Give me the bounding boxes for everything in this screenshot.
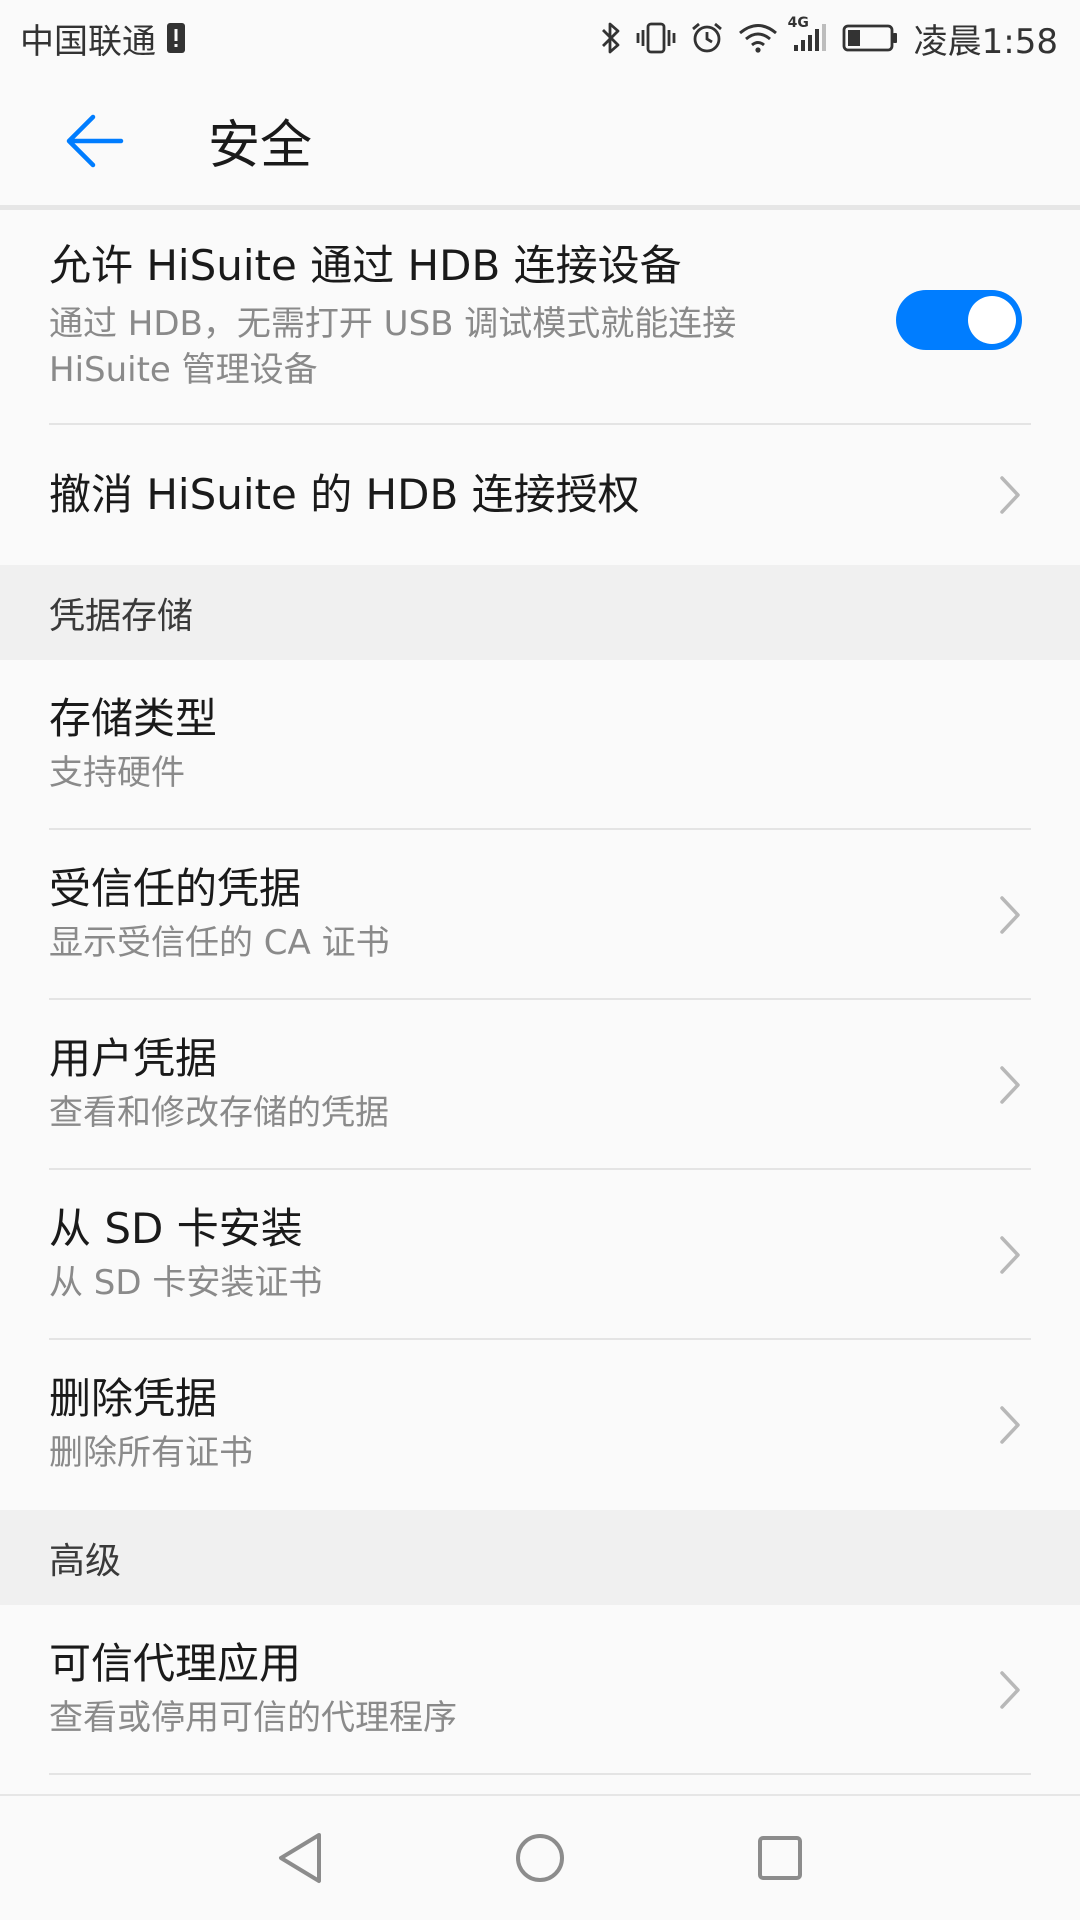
item-title: 受信任的凭据 xyxy=(49,863,302,913)
list-item-storage-type[interactable]: 存储类型 支持硬件 xyxy=(0,660,1080,830)
app-header: 安全 xyxy=(0,76,1080,210)
item-subtitle: 支持硬件 xyxy=(49,753,185,794)
nav-home-button[interactable] xyxy=(480,1798,600,1918)
clock-label: 凌晨1:58 xyxy=(913,21,1058,62)
sim-alert-icon xyxy=(166,22,186,54)
chevron-right-icon xyxy=(1000,1406,1020,1444)
chevron-right-icon xyxy=(1000,1236,1020,1274)
item-subtitle: 查看和修改存储的凭据 xyxy=(49,1093,389,1134)
item-subtitle: 查看或停用可信的代理程序 xyxy=(49,1698,457,1739)
divider xyxy=(49,1773,1031,1775)
signal-icon: 4G xyxy=(788,15,828,53)
navigation-bar xyxy=(0,1794,1080,1920)
list-item-trust-agents[interactable]: 可信代理应用 查看或停用可信的代理程序 xyxy=(0,1605,1080,1775)
item-title: 从 SD 卡安装 xyxy=(49,1203,303,1253)
alarm-icon xyxy=(690,21,724,55)
network-type-label: 4G xyxy=(787,15,809,31)
list-item-user-credentials[interactable]: 用户凭据 查看和修改存储的凭据 xyxy=(0,1000,1080,1170)
allow-hdb-subtitle-line2: HiSuite 管理设备 xyxy=(49,350,318,391)
list-item-clear-credentials[interactable]: 删除凭据 删除所有证书 xyxy=(0,1340,1080,1510)
chevron-right-icon xyxy=(1000,1671,1020,1709)
battery-icon xyxy=(842,24,900,52)
carrier-label: 中国联通 xyxy=(20,21,156,62)
section-header-credential-storage: 凭据存储 xyxy=(0,565,1080,660)
item-subtitle: 从 SD 卡安装证书 xyxy=(49,1263,323,1304)
chevron-right-icon xyxy=(1000,896,1020,934)
item-title: 删除凭据 xyxy=(49,1373,218,1423)
home-circle-icon xyxy=(516,1834,564,1882)
recents-square-icon xyxy=(758,1836,802,1880)
list-item-trusted-credentials[interactable]: 受信任的凭据 显示受信任的 CA 证书 xyxy=(0,830,1080,1000)
back-triangle-icon xyxy=(279,1833,321,1883)
page-title: 安全 xyxy=(208,116,313,176)
allow-hdb-toggle[interactable] xyxy=(896,290,1022,350)
settings-screen: 中国联通 4G 凌晨1:58 安全 允许 HiSuite 通过 HDB 连接设备… xyxy=(0,0,1080,1920)
list-item-install-from-sd[interactable]: 从 SD 卡安装 从 SD 卡安装证书 xyxy=(0,1170,1080,1340)
section-header-advanced: 高级 xyxy=(0,1510,1080,1605)
back-button[interactable] xyxy=(40,86,150,196)
item-subtitle: 显示受信任的 CA 证书 xyxy=(49,923,390,964)
chevron-right-icon xyxy=(1000,476,1020,514)
item-title: 用户凭据 xyxy=(49,1033,218,1083)
toggle-knob xyxy=(968,296,1016,344)
nav-back-button[interactable] xyxy=(240,1798,360,1918)
wifi-icon xyxy=(738,22,778,54)
allow-hdb-subtitle-line1: 通过 HDB，无需打开 USB 调试模式就能连接 xyxy=(49,304,737,345)
item-subtitle: 删除所有证书 xyxy=(49,1433,253,1474)
allow-hdb-row[interactable]: 允许 HiSuite 通过 HDB 连接设备 通过 HDB，无需打开 USB 调… xyxy=(0,215,1080,425)
item-title: 可信代理应用 xyxy=(49,1638,302,1688)
revoke-hdb-row[interactable]: 撤消 HiSuite 的 HDB 连接授权 xyxy=(0,425,1080,565)
chevron-right-icon xyxy=(1000,1066,1020,1104)
bluetooth-icon xyxy=(600,21,622,55)
back-arrow-icon xyxy=(66,114,124,167)
allow-hdb-title: 允许 HiSuite 通过 HDB 连接设备 xyxy=(49,240,682,290)
settings-list: 允许 HiSuite 通过 HDB 连接设备 通过 HDB，无需打开 USB 调… xyxy=(0,215,1080,1775)
revoke-hdb-title: 撤消 HiSuite 的 HDB 连接授权 xyxy=(49,469,640,519)
item-title: 存储类型 xyxy=(49,693,218,743)
vibrate-icon xyxy=(636,21,676,55)
nav-recents-button[interactable] xyxy=(720,1798,840,1918)
status-bar: 中国联通 4G 凌晨1:58 xyxy=(0,0,1080,76)
